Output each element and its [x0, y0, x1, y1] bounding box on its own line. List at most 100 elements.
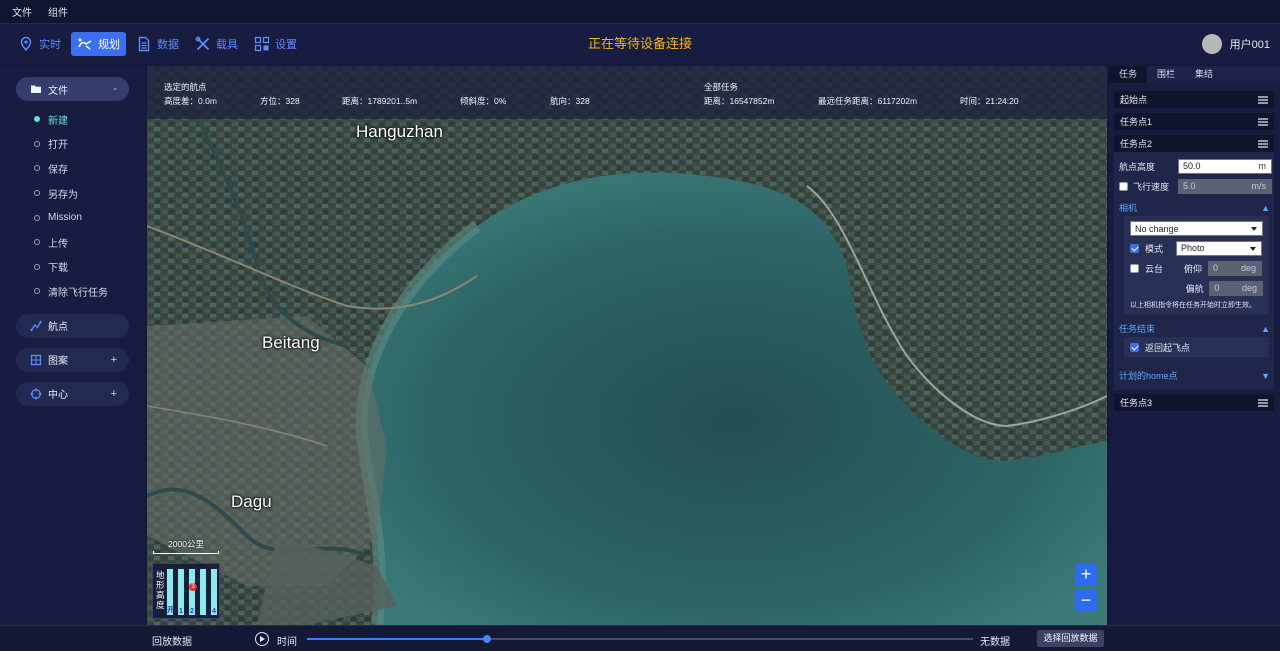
- camera-section-header[interactable]: 相机 ▲: [1119, 199, 1274, 216]
- mode-label: 模式: [1145, 243, 1164, 254]
- list-menu-icon[interactable]: [1258, 398, 1268, 407]
- user-name: 用户001: [1229, 39, 1270, 51]
- crosshair-icon: [30, 388, 42, 400]
- altitude-label: 航点高度: [1119, 161, 1156, 172]
- height-diff: 高度差：0.0m: [164, 96, 217, 106]
- mission-item-2[interactable]: 任务点2: [1114, 135, 1274, 152]
- map-view[interactable]: 选定的航点 高度差：0.0m 方位：328 距离：1789201..5m 倾斜度…: [147, 66, 1107, 625]
- home-point-header[interactable]: 计划的home点 ▼: [1119, 367, 1274, 384]
- file-group[interactable]: 文件 -: [16, 77, 129, 101]
- slider-handle[interactable]: [482, 635, 491, 643]
- zoom-out-button[interactable]: −: [1075, 590, 1097, 612]
- terrain-column: 4: [210, 568, 218, 616]
- bullet-icon: [34, 190, 40, 197]
- vehicle-button[interactable]: 载具: [189, 32, 244, 56]
- plan-button[interactable]: 规划: [71, 32, 126, 56]
- scale-label: 2000公里: [168, 539, 204, 549]
- terrain-column: 开: [166, 568, 174, 616]
- azimuth: 方位：328: [260, 96, 300, 106]
- center-group[interactable]: 中心 +: [16, 381, 129, 406]
- collapse-arrow-icon: ▲: [1261, 323, 1270, 334]
- bullet-icon: [34, 165, 40, 172]
- speed-input[interactable]: 5.0 m/s: [1178, 178, 1272, 194]
- mission-info-bar: 选定的航点 高度差：0.0m 方位：328 距离：1789201..5m 倾斜度…: [147, 66, 1107, 119]
- expand-arrow-icon: ▼: [1261, 370, 1270, 381]
- place-label: Hanguzhan: [356, 122, 443, 141]
- list-menu-icon[interactable]: [1258, 95, 1268, 104]
- tab-fence[interactable]: 围栏: [1147, 66, 1185, 83]
- file-item-download[interactable]: 下载: [0, 255, 145, 280]
- collapse-arrow-icon: ▲: [1261, 202, 1270, 213]
- user-menu[interactable]: 用户001: [1201, 24, 1270, 64]
- yaw-input[interactable]: 0 deg: [1209, 280, 1263, 296]
- speed-checkbox[interactable]: [1119, 181, 1128, 191]
- file-item-upload[interactable]: 上传: [0, 230, 145, 255]
- list-menu-icon[interactable]: [1258, 139, 1268, 148]
- terrain-column: 1: [177, 568, 185, 616]
- all-tasks-title: 全部任务: [704, 82, 739, 92]
- avatar: [1201, 34, 1222, 54]
- tab-mission[interactable]: 任务: [1109, 66, 1148, 83]
- playback-label: 回放数据: [152, 637, 192, 648]
- file-item-open[interactable]: 打开: [0, 132, 145, 157]
- camera-box: No change 模式 Photo 云台 俯仰 0 deg 偏航 0 deg …: [1124, 216, 1269, 314]
- mission-end-header[interactable]: 任务结束 ▲: [1119, 320, 1274, 337]
- file-item-mission[interactable]: Mission: [0, 205, 145, 230]
- return-home-checkbox[interactable]: [1130, 342, 1139, 352]
- heading: 航向：328: [550, 96, 590, 106]
- file-item-save[interactable]: 保存: [0, 156, 145, 181]
- zoom-in-button[interactable]: +: [1075, 564, 1097, 586]
- file-item-clear-mission[interactable]: 清除飞行任务: [0, 279, 145, 304]
- selected-waypoint-title: 选定的航点: [164, 82, 207, 92]
- camera-note: 以上相机指令将在任务开始时立即生效。: [1130, 302, 1256, 309]
- main-toolbar: 实时 规划 数据 载具 设置 正在等待设备连接 用户001: [0, 24, 1280, 64]
- file-item-save-as[interactable]: 另存为: [0, 181, 145, 206]
- list-menu-icon[interactable]: [1258, 117, 1268, 126]
- data-button[interactable]: 数据: [130, 32, 185, 56]
- waypoint-group[interactable]: 航点: [16, 313, 129, 338]
- pitch-label: 俯仰: [1184, 263, 1203, 274]
- distance: 距离：1789201..5m: [342, 96, 418, 106]
- menu-bar: 文件 组件: [0, 0, 1280, 24]
- pattern-group[interactable]: 图案 +: [16, 347, 129, 372]
- choose-playback-button[interactable]: 选择回放数据: [1037, 630, 1104, 647]
- place-label: Dagu: [231, 492, 272, 511]
- file-item-new[interactable]: 新建: [0, 107, 145, 132]
- camera-action-select[interactable]: No change: [1130, 221, 1263, 236]
- playback-bar: 回放数据 时间 无数据 选择回放数据: [0, 625, 1280, 651]
- bullet-icon: [34, 214, 40, 221]
- location-pin-icon: [20, 36, 32, 52]
- gimbal-row: 云台 俯仰 0 deg: [1130, 258, 1263, 278]
- pitch-input[interactable]: 0 deg: [1208, 260, 1262, 276]
- left-sidebar: 文件 - 新建 打开 保存 另存为 Mission 上传 下载 清除飞行任务 航…: [0, 66, 145, 625]
- scale-bar: 2000公里: [153, 538, 219, 554]
- realtime-button[interactable]: 实时: [12, 32, 67, 56]
- bullet-icon: [34, 116, 40, 123]
- grid-settings-icon: [254, 36, 270, 52]
- terrain-height-label: 地形高度: [156, 570, 165, 610]
- playback-slider[interactable]: [307, 635, 973, 643]
- collapse-toggle[interactable]: -: [113, 83, 117, 95]
- expand-toggle[interactable]: +: [111, 354, 117, 366]
- total-distance: 距离：16547852m: [704, 96, 775, 106]
- mission-item-3[interactable]: 任务点3: [1114, 394, 1274, 411]
- place-label: Beitang: [262, 333, 320, 352]
- waypoint-settings: 航点高度 50.0 m 飞行速度 5.0 m/s 相机 ▲ No change …: [1114, 152, 1274, 390]
- settings-button[interactable]: 设置: [248, 32, 303, 56]
- mode-select[interactable]: Photo: [1176, 240, 1262, 256]
- mission-item-1[interactable]: 任务点1: [1114, 113, 1274, 130]
- gimbal-checkbox[interactable]: [1130, 263, 1139, 273]
- play-icon[interactable]: [255, 632, 269, 646]
- menu-components[interactable]: 组件: [48, 4, 68, 19]
- altitude-row: 航点高度 50.0 m: [1119, 156, 1274, 176]
- mission-panel: 任务 围栏 集结 起始点 任务点1 任务点2 航点高度 50.0 m 飞行速度 …: [1109, 66, 1280, 625]
- gimbal-label: 云台: [1145, 263, 1164, 274]
- tab-rally[interactable]: 集结: [1185, 66, 1223, 83]
- yaw-label: 偏航: [1185, 283, 1204, 294]
- menu-file[interactable]: 文件: [12, 4, 32, 19]
- expand-toggle[interactable]: +: [111, 388, 117, 400]
- mission-item-start[interactable]: 起始点: [1114, 91, 1274, 108]
- mode-checkbox[interactable]: [1130, 243, 1139, 253]
- time-label: 时间: [277, 637, 297, 648]
- altitude-input[interactable]: 50.0 m: [1178, 158, 1272, 174]
